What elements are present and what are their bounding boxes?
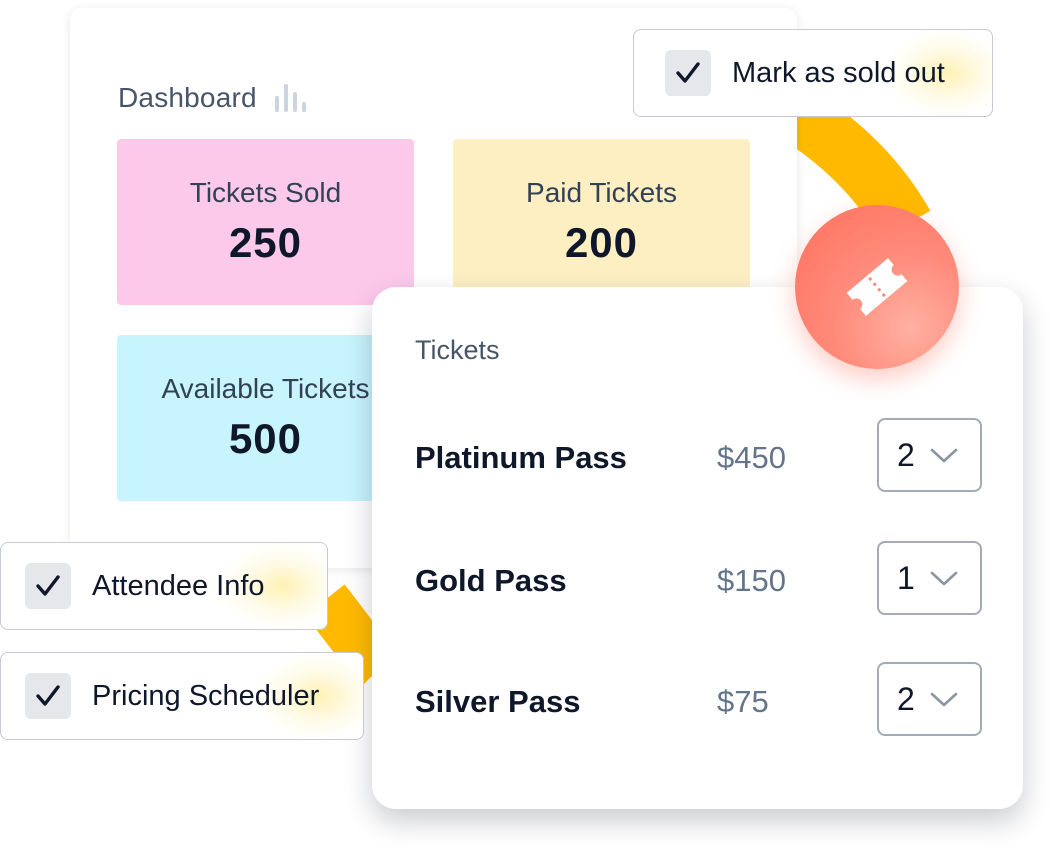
checkmark-icon: [36, 575, 60, 596]
ticket-row-platinum: Platinum Pass $450 2: [415, 418, 985, 496]
ticket-row-silver: Silver Pass $75 2: [415, 662, 985, 740]
attendee-info-checkbox[interactable]: [25, 563, 71, 609]
available-tickets-value: 500: [228, 415, 303, 462]
attendee-info-option[interactable]: Attendee Info: [0, 542, 328, 630]
tickets-title: Tickets: [415, 335, 500, 365]
pricing-scheduler-option[interactable]: Pricing Scheduler: [0, 652, 364, 740]
quantity-select-gold[interactable]: 1: [877, 541, 982, 615]
attendee-info-label: Attendee Info: [92, 569, 265, 602]
quantity-value: 2: [897, 436, 915, 473]
pricing-scheduler-label: Pricing Scheduler: [92, 679, 320, 712]
quantity-value: 1: [897, 559, 915, 596]
paid-tickets-value: 200: [564, 219, 639, 266]
dashboard-header: Dashboard: [118, 82, 306, 114]
paid-tickets-label: Paid Tickets: [526, 177, 677, 208]
tickets-sold-card: Tickets Sold 250: [117, 139, 414, 305]
mark-sold-out-label: Mark as sold out: [732, 56, 945, 89]
pricing-scheduler-checkbox[interactable]: [25, 673, 71, 719]
ticket-name: Platinum Pass: [415, 440, 627, 475]
ticket-row-gold: Gold Pass $150 1: [415, 541, 985, 619]
bar-chart-icon: [274, 84, 306, 112]
stage: Dashboard Tickets Sold 250 Paid Tickets …: [0, 0, 1057, 855]
ticket-price: $75: [717, 684, 769, 719]
chevron-down-icon: [930, 448, 958, 463]
ticket-price: $150: [717, 563, 786, 598]
quantity-select-silver[interactable]: 2: [877, 662, 982, 736]
mark-sold-out-checkbox[interactable]: [665, 50, 711, 96]
ticket-icon: [846, 258, 908, 316]
tickets-sold-value: 250: [228, 219, 303, 266]
dashboard-title: Dashboard: [118, 82, 257, 113]
chevron-down-icon: [930, 692, 958, 707]
paid-tickets-card: Paid Tickets 200: [453, 139, 750, 305]
chevron-down-icon: [930, 571, 958, 586]
tickets-card: Tickets Platinum Pass $450 2 Gold Pass $…: [372, 287, 1023, 809]
ticket-badge: [795, 205, 959, 369]
tickets-sold-label: Tickets Sold: [189, 177, 342, 208]
ticket-name: Silver Pass: [415, 684, 581, 719]
checkmark-icon: [36, 685, 60, 706]
available-tickets-label: Available Tickets: [161, 373, 370, 404]
ticket-name: Gold Pass: [415, 563, 567, 598]
quantity-select-platinum[interactable]: 2: [877, 418, 982, 492]
available-tickets-card: Available Tickets 500: [117, 335, 414, 501]
checkmark-icon: [676, 62, 700, 83]
ticket-price: $450: [717, 440, 786, 475]
quantity-value: 2: [897, 680, 915, 717]
mark-sold-out-option[interactable]: Mark as sold out: [633, 29, 993, 117]
